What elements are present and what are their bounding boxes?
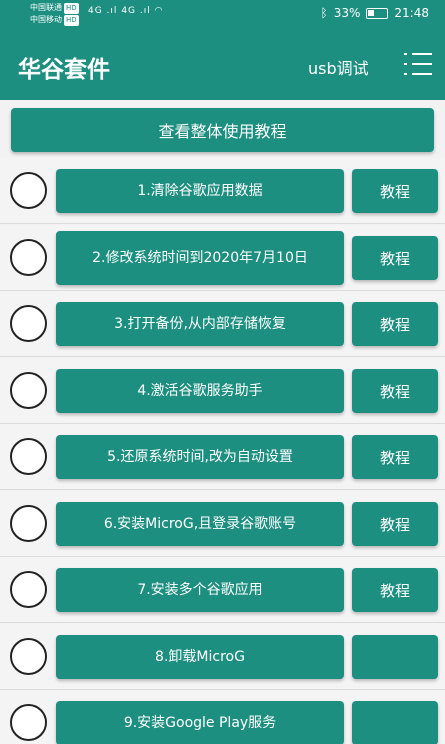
step-button[interactable]: 4.激活谷歌服务助手 <box>56 369 344 413</box>
step-row: 8.卸载MicroG <box>0 624 445 690</box>
step-row: 4.激活谷歌服务助手 教程 <box>0 358 445 424</box>
overall-tutorial-button[interactable]: 查看整体使用教程 <box>11 108 434 152</box>
step-checkbox[interactable] <box>10 239 47 276</box>
step-row: 6.安装MicroG,且登录谷歌账号 教程 <box>0 491 445 557</box>
menu-icon[interactable] <box>404 50 432 78</box>
hd-badge: HD <box>64 15 79 26</box>
step-row: 9.安装Google Play服务 <box>0 690 445 744</box>
step-checkbox[interactable] <box>10 571 47 608</box>
wifi-icon: ◠ <box>154 6 164 16</box>
signal-2-icon: 4G .ıl <box>121 6 151 16</box>
battery-icon <box>366 7 389 19</box>
step-row: 2.修改系统时间到2020年7月10日 教程 <box>0 225 445 291</box>
carrier-info: 中国联通 HD 中国移动 HD <box>30 2 79 26</box>
step-button[interactable]: 2.修改系统时间到2020年7月10日 <box>56 231 344 285</box>
step-row: 1.清除谷歌应用数据 教程 <box>0 158 445 224</box>
step-button[interactable]: 3.打开备份,从内部存储恢复 <box>56 302 344 346</box>
status-right: ᛒ 33% 21:48 <box>321 6 429 20</box>
tutorial-button[interactable]: 教程 <box>352 236 438 280</box>
step-checkbox[interactable] <box>10 638 47 675</box>
tutorial-button[interactable]: 教程 <box>352 502 438 546</box>
step-button[interactable]: 6.安装MicroG,且登录谷歌账号 <box>56 502 344 546</box>
step-row: 5.还原系统时间,改为自动设置 教程 <box>0 424 445 490</box>
step-checkbox[interactable] <box>10 172 47 209</box>
step-checkbox[interactable] <box>10 704 47 741</box>
app-header: 中国联通 HD 中国移动 HD 4G .ıl 4G .ıl ◠ ᛒ 33% 21:4… <box>0 0 445 100</box>
step-row: 3.打开备份,从内部存储恢复 教程 <box>0 291 445 357</box>
step-checkbox[interactable] <box>10 372 47 409</box>
tutorial-button[interactable]: 教程 <box>352 369 438 413</box>
step-button[interactable]: 5.还原系统时间,改为自动设置 <box>56 435 344 479</box>
app-title: 华谷套件 <box>18 57 110 83</box>
tutorial-button[interactable]: 教程 <box>352 302 438 346</box>
clock: 21:48 <box>394 6 429 20</box>
tutorial-button[interactable]: 教程 <box>352 568 438 612</box>
step-button[interactable]: 9.安装Google Play服务 <box>56 701 344 744</box>
tutorial-button[interactable]: 教程 <box>352 169 438 213</box>
step-button[interactable]: 8.卸载MicroG <box>56 635 344 679</box>
step-row: 7.安装多个谷歌应用 教程 <box>0 557 445 623</box>
step-checkbox[interactable] <box>10 438 47 475</box>
usb-debug-button[interactable]: usb调试 <box>308 55 369 79</box>
carrier-2: 中国移动 <box>30 15 62 24</box>
hd-badge: HD <box>64 3 79 14</box>
battery-percent: 33% <box>333 6 361 20</box>
status-icons: 4G .ıl 4G .ıl ◠ <box>88 6 163 16</box>
carrier-1: 中国联通 <box>30 3 62 12</box>
tutorial-button[interactable] <box>352 701 438 744</box>
step-checkbox[interactable] <box>10 305 47 342</box>
bluetooth-icon: ᛒ <box>320 6 328 20</box>
step-checkbox[interactable] <box>10 505 47 542</box>
tutorial-button[interactable] <box>352 635 438 679</box>
signal-1-icon: 4G .ıl <box>88 6 118 16</box>
step-button[interactable]: 1.清除谷歌应用数据 <box>56 169 344 213</box>
tutorial-button[interactable]: 教程 <box>352 435 438 479</box>
step-button[interactable]: 7.安装多个谷歌应用 <box>56 568 344 612</box>
